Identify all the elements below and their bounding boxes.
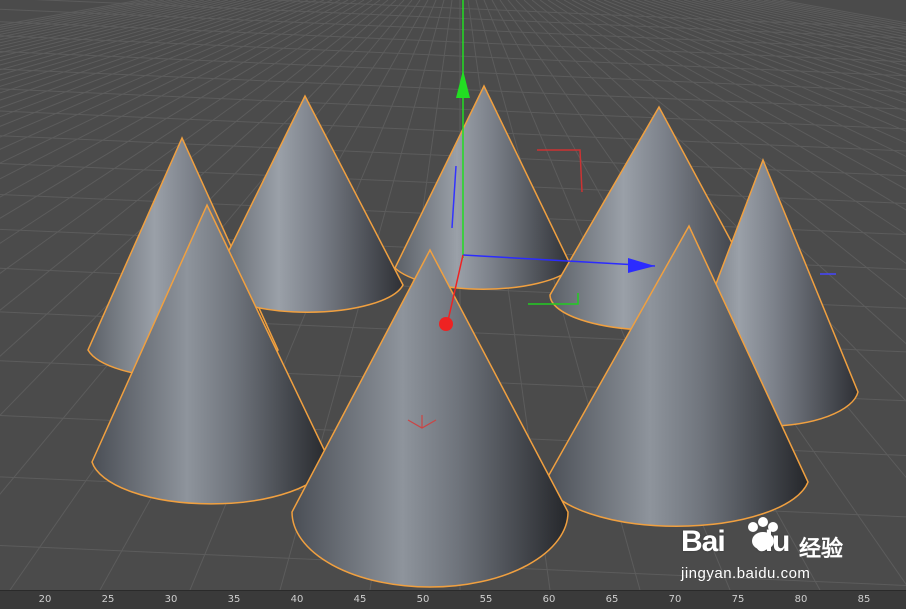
timeline-tick-label: 85	[857, 594, 871, 605]
timeline-tick-label: 60	[542, 594, 556, 605]
timeline-tick-label: 80	[794, 594, 808, 605]
timeline-tick-label: 50	[416, 594, 430, 605]
timeline-tick-label: 20	[38, 594, 52, 605]
timeline-tick-label: 30	[164, 594, 178, 605]
3d-viewport[interactable]: Baidu 经验 jingyan.baidu.com	[0, 0, 906, 590]
timeline-tick-label: 45	[353, 594, 367, 605]
timeline-ruler[interactable]: 20 25 30 35 40 45 50 55 60 65 70 75 80 85	[0, 590, 906, 609]
baidu-watermark: Baidu 经验 jingyan.baidu.com	[681, 515, 856, 585]
watermark-chinese: 经验	[799, 537, 844, 562]
timeline-tick-label: 40	[290, 594, 304, 605]
paw-icon	[748, 517, 778, 550]
timeline-tick-label: 65	[605, 594, 619, 605]
z-axis-handle[interactable]	[439, 317, 453, 331]
timeline-tick-label: 70	[668, 594, 682, 605]
timeline-tick-label: 25	[101, 594, 115, 605]
timeline-tick-label: 55	[479, 594, 493, 605]
timeline-tick-label: 35	[227, 594, 241, 605]
watermark-url: jingyan.baidu.com	[681, 565, 811, 582]
viewport-canvas[interactable]	[0, 0, 906, 590]
timeline-tick-label: 75	[731, 594, 745, 605]
